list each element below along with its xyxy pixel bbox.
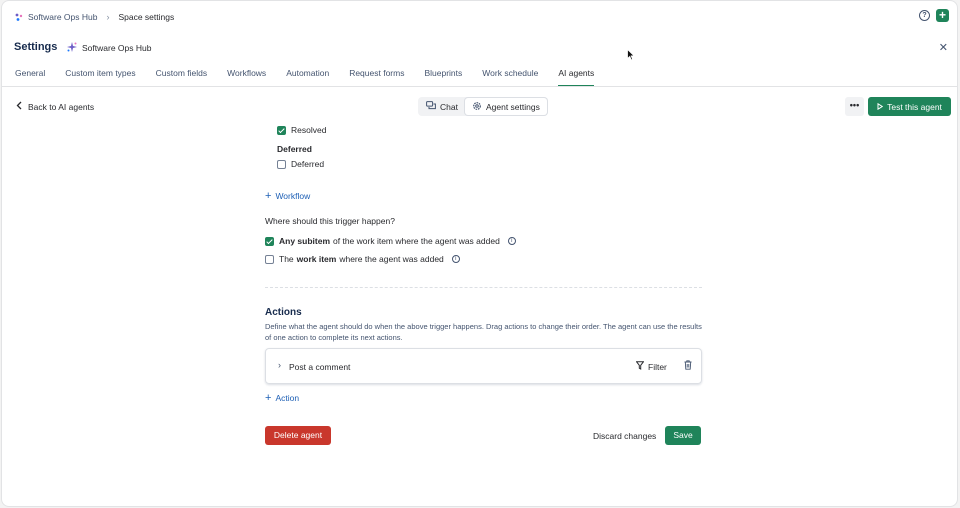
info-icon[interactable]: i <box>507 237 516 245</box>
space-logo-icon <box>15 13 23 21</box>
section-divider <box>265 287 702 288</box>
delete-agent-button[interactable]: Delete agent <box>265 426 331 445</box>
test-agent-button[interactable]: Test this agent <box>868 97 951 116</box>
breadcrumb-space-link[interactable]: Software Ops Hub <box>28 12 97 22</box>
info-icon[interactable]: i <box>451 255 460 263</box>
tab-general[interactable]: General <box>15 67 45 87</box>
trash-icon[interactable] <box>684 360 692 372</box>
subitem-checkbox[interactable] <box>265 236 274 246</box>
deferred-checkbox[interactable] <box>277 159 286 169</box>
filter-label: Filter <box>648 361 667 372</box>
actions-heading: Actions <box>265 307 302 318</box>
tabs-divider <box>2 86 957 87</box>
space-name: Software Ops Hub <box>82 43 152 53</box>
filter-button[interactable]: Filter <box>635 361 667 372</box>
deferred-label: Deferred <box>291 159 325 169</box>
settings-window: Software Ops Hub › Space settings ? + Se… <box>1 0 958 507</box>
close-icon[interactable]: ✕ <box>939 41 948 54</box>
action-name: Post a comment <box>289 362 351 372</box>
work-item-label-bold: work item <box>296 254 337 264</box>
chat-icon <box>426 101 436 112</box>
gear-icon <box>472 101 482 113</box>
sparkle-icon <box>67 42 77 54</box>
top-bar: Software Ops Hub › Space settings ? + <box>2 1 957 33</box>
tab-custom-fields[interactable]: Custom fields <box>156 67 208 87</box>
work-item-label-pre: The <box>279 254 294 264</box>
work-item-label-rest: where the agent was added <box>339 254 444 264</box>
discard-changes-button[interactable]: Discard changes <box>593 431 656 441</box>
tab-work-schedule[interactable]: Work schedule <box>482 67 538 87</box>
add-action-label: Action <box>275 393 300 403</box>
help-icon[interactable]: ? <box>919 10 930 21</box>
plus-icon: + <box>265 392 272 404</box>
resolved-label: Resolved <box>291 125 327 135</box>
chat-label: Chat <box>440 101 458 112</box>
tab-ai-agents[interactable]: AI agents <box>558 67 594 87</box>
add-workflow-label: Workflow <box>275 191 311 201</box>
view-switcher: Chat Agent settings <box>418 97 548 116</box>
subitem-label-rest: of the work item where the agent was add… <box>333 236 500 246</box>
tab-request-forms[interactable]: Request forms <box>349 67 404 87</box>
tab-blueprints[interactable]: Blueprints <box>424 67 462 87</box>
page-title: Settings <box>14 41 58 53</box>
tab-workflows[interactable]: Workflows <box>227 67 266 87</box>
agent-settings-tab-button[interactable]: Agent settings <box>464 98 547 115</box>
trigger-question: Where should this trigger happen? <box>265 216 395 226</box>
more-actions-button[interactable]: ••• <box>845 97 864 116</box>
mouse-cursor-icon <box>627 48 636 63</box>
resolved-option[interactable]: Resolved <box>277 125 326 135</box>
chat-tab-button[interactable]: Chat <box>419 98 465 115</box>
actions-description: Define what the agent should do when the… <box>265 322 702 342</box>
chevron-right-icon[interactable]: › <box>278 360 281 370</box>
create-button[interactable]: + <box>936 9 949 22</box>
plus-icon: + <box>265 190 272 202</box>
resolved-checkbox[interactable] <box>277 125 286 135</box>
filter-icon <box>635 361 645 372</box>
add-workflow-link[interactable]: + Workflow <box>265 190 310 202</box>
settings-tabs: General Custom item types Custom fields … <box>15 67 614 87</box>
save-button[interactable]: Save <box>665 426 701 445</box>
trigger-option-work-item[interactable]: The work item where the agent was added … <box>265 254 460 264</box>
subitem-label-bold: Any subitem <box>279 236 331 246</box>
work-item-checkbox[interactable] <box>265 254 274 264</box>
add-action-link[interactable]: + Action <box>265 392 299 404</box>
breadcrumb-current: Space settings <box>118 12 175 22</box>
back-to-agents-link[interactable]: Back to AI agents <box>16 101 94 112</box>
breadcrumb: Software Ops Hub › Space settings <box>15 12 174 22</box>
test-agent-label: Test this agent <box>887 101 942 112</box>
deferred-group-heading: Deferred <box>277 144 312 154</box>
agent-settings-label: Agent settings <box>485 101 540 112</box>
trigger-option-subitem[interactable]: Any subitem of the work item where the a… <box>265 236 516 246</box>
action-card[interactable]: › Post a comment Filter <box>265 348 702 384</box>
space-chip: Software Ops Hub <box>67 42 151 54</box>
deferred-option[interactable]: Deferred <box>277 159 324 169</box>
chevron-left-icon <box>16 101 22 112</box>
chevron-right-icon: › <box>106 12 110 22</box>
back-label: Back to AI agents <box>28 101 95 112</box>
tab-automation[interactable]: Automation <box>286 67 329 87</box>
play-icon <box>877 102 884 112</box>
tab-custom-item-types[interactable]: Custom item types <box>65 67 135 87</box>
